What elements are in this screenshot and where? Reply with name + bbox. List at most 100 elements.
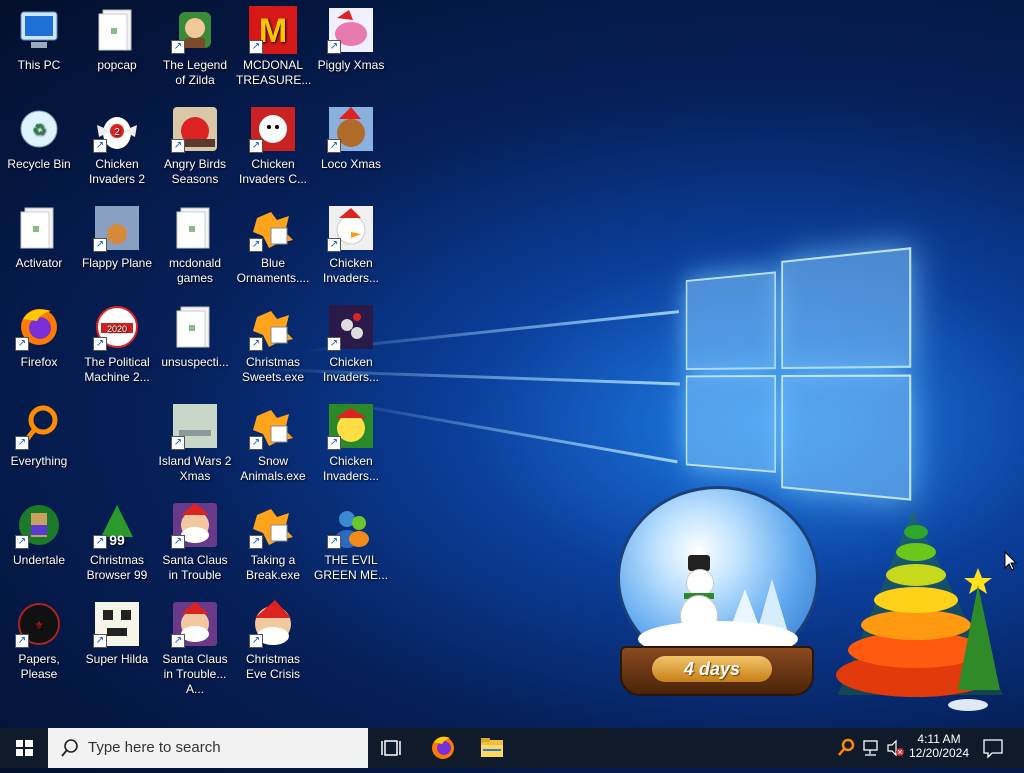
- svg-text:99: 99: [109, 532, 125, 548]
- shortcut-arrow-icon: ↗: [93, 535, 107, 549]
- desktop-icon[interactable]: ↗ Super Hilda: [78, 596, 156, 667]
- desktop-icon-label: Christmas Browser 99: [86, 553, 148, 582]
- svg-text:⚜: ⚜: [34, 620, 44, 632]
- desktop-icon[interactable]: This PC: [0, 2, 78, 73]
- desktop-icon-label: unsuspecti...: [161, 355, 229, 369]
- desktop-icon[interactable]: ↗ Christmas Eve Crisis: [234, 596, 312, 682]
- desktop-icon[interactable]: ↗ Island Wars 2 Xmas: [156, 398, 234, 484]
- chicken-icon: 2 ↗: [93, 105, 141, 153]
- shortcut-arrow-icon: ↗: [93, 238, 107, 252]
- tray-volume-button[interactable]: [884, 728, 906, 768]
- taskbar-search-box[interactable]: Type here to search: [48, 728, 368, 768]
- msn-icon: ↗: [327, 501, 375, 549]
- shortcut-arrow-icon: ↗: [249, 238, 263, 252]
- desktop-icon[interactable]: ↗ Chicken Invaders...: [312, 299, 390, 385]
- desktop-icon[interactable]: ↗ Chicken Invaders C...: [234, 101, 312, 187]
- desktop-icon[interactable]: ↗ Piggly Xmas: [312, 2, 390, 73]
- shortcut-arrow-icon: ↗: [171, 634, 185, 648]
- desktop-icon[interactable]: popcap: [78, 2, 156, 73]
- snow-globe-sphere: [617, 486, 819, 670]
- pig-icon: ↗: [327, 6, 375, 54]
- desktop-icon[interactable]: ↗ Undertale: [0, 497, 78, 568]
- desktop-icon[interactable]: ↗ Flappy Plane: [78, 200, 156, 271]
- angry-icon: ↗: [171, 105, 219, 153]
- puzzle-icon: ↗: [249, 303, 297, 351]
- desktop-icon[interactable]: ↗ Loco Xmas: [312, 101, 390, 172]
- notification-icon: [983, 739, 1003, 759]
- shortcut-arrow-icon: ↗: [327, 40, 341, 54]
- clock-date: 12/20/2024: [908, 746, 970, 760]
- desktop-icon[interactable]: ↗ Chicken Invaders...: [312, 398, 390, 484]
- action-center-button[interactable]: [978, 728, 1008, 768]
- desktop-icon[interactable]: ♻ Recycle Bin: [0, 101, 78, 172]
- desktop-icon-label: Chicken Invaders...: [322, 256, 380, 285]
- desktop-icon-label: Firefox: [20, 355, 58, 369]
- clock[interactable]: 4:11 AM 12/20/2024: [908, 728, 970, 768]
- desktop-icon-label: Santa Claus in Trouble... A...: [162, 652, 228, 696]
- bin-icon: ♻: [15, 105, 63, 153]
- xmastree-icon: 99 ↗: [93, 501, 141, 549]
- taskbar-file-explorer-button[interactable]: [469, 728, 515, 768]
- desktop-icon[interactable]: M ↗ MCDONAL TREASURE...: [234, 2, 312, 88]
- santa2-icon: ↗: [249, 600, 297, 648]
- photo-icon: ↗: [93, 204, 141, 252]
- tray-everything-button[interactable]: [836, 728, 856, 768]
- desktop-icon[interactable]: ↗ Blue Ornaments....: [234, 200, 312, 286]
- desktop-icon[interactable]: mcdonald games: [156, 200, 234, 286]
- snow-trees-icon: [638, 579, 798, 657]
- volume-muted-icon: [887, 739, 904, 757]
- desktop-icon[interactable]: 2 ↗ Chicken Invaders 2: [78, 101, 156, 187]
- desktop-icon-label: The Political Machine 2...: [84, 355, 150, 384]
- shortcut-arrow-icon: ↗: [249, 436, 263, 450]
- shortcut-arrow-icon: ↗: [327, 337, 341, 351]
- chickeny-icon: ↗: [327, 303, 375, 351]
- search-icon: [61, 739, 78, 757]
- desktop-icon[interactable]: ↗ Snow Animals.exe: [234, 398, 312, 484]
- desktop-icon[interactable]: ↗ Taking a Break.exe: [234, 497, 312, 583]
- desktop-icon[interactable]: 2020 ↗ The Political Machine 2...: [78, 299, 156, 385]
- santa-icon: ↗: [171, 600, 219, 648]
- political-icon: 2020 ↗: [93, 303, 141, 351]
- tray-network-button[interactable]: [860, 728, 882, 768]
- shortcut-arrow-icon: ↗: [15, 634, 29, 648]
- desktop-icon[interactable]: 99 ↗ Christmas Browser 99: [78, 497, 156, 583]
- desktop-icon[interactable]: ↗ Santa Claus in Trouble... A...: [156, 596, 234, 697]
- desktop-icon[interactable]: ↗ THE EVIL GREEN ME...: [312, 497, 390, 583]
- desktop-icon[interactable]: ↗ Christmas Sweets.exe: [234, 299, 312, 385]
- start-button[interactable]: [0, 728, 48, 768]
- svg-text:M: M: [259, 12, 287, 50]
- snow-globe-widget[interactable]: 4 days: [612, 486, 819, 700]
- desktop-icon[interactable]: Activator: [0, 200, 78, 271]
- everything-search-icon: [838, 738, 855, 756]
- puzzle-icon: ↗: [249, 501, 297, 549]
- desktop-icon[interactable]: ↗ Everything: [0, 398, 78, 469]
- santa-icon: ↗: [171, 501, 219, 549]
- desktop-icon-label: Christmas Sweets.exe: [241, 355, 305, 384]
- shortcut-arrow-icon: ↗: [249, 535, 263, 549]
- mcd-icon: M ↗: [249, 6, 297, 54]
- desktop-icon[interactable]: unsuspecti...: [156, 299, 234, 370]
- desktop-icon-label: Chicken Invaders C...: [238, 157, 308, 186]
- desktop-icon-label: Piggly Xmas: [317, 58, 385, 72]
- desktop-icon[interactable]: ↗ Angry Birds Seasons: [156, 101, 234, 187]
- clock-time: 4:11 AM: [917, 732, 961, 746]
- desktop-icon[interactable]: ↗ Santa Claus in Trouble: [156, 497, 234, 583]
- desktop-icon-label: Island Wars 2 Xmas: [158, 454, 232, 483]
- countdown-label: 4 days: [652, 656, 772, 682]
- taskbar-firefox-button[interactable]: [420, 728, 466, 768]
- desktop-icon-label: Taking a Break.exe: [245, 553, 301, 582]
- shortcut-arrow-icon: ↗: [171, 139, 185, 153]
- desktop-icon-label: Papers, Please: [18, 652, 60, 681]
- puzzle-icon: ↗: [249, 402, 297, 450]
- shortcut-arrow-icon: ↗: [249, 139, 263, 153]
- desktop-icon-label: Angry Birds Seasons: [163, 157, 227, 186]
- task-view-button[interactable]: [370, 728, 416, 768]
- folder-icon: [171, 303, 219, 351]
- shortcut-arrow-icon: ↗: [249, 40, 263, 54]
- desktop-icon[interactable]: ↗ The Legend of Zilda: [156, 2, 234, 88]
- desktop-icon-label: Blue Ornaments....: [236, 256, 310, 285]
- desktop-icon[interactable]: ⚜ ↗ Papers, Please: [0, 596, 78, 682]
- desktop-icon[interactable]: ↗ Firefox: [0, 299, 78, 370]
- shortcut-arrow-icon: ↗: [15, 535, 29, 549]
- desktop-icon[interactable]: ↗ Chicken Invaders...: [312, 200, 390, 286]
